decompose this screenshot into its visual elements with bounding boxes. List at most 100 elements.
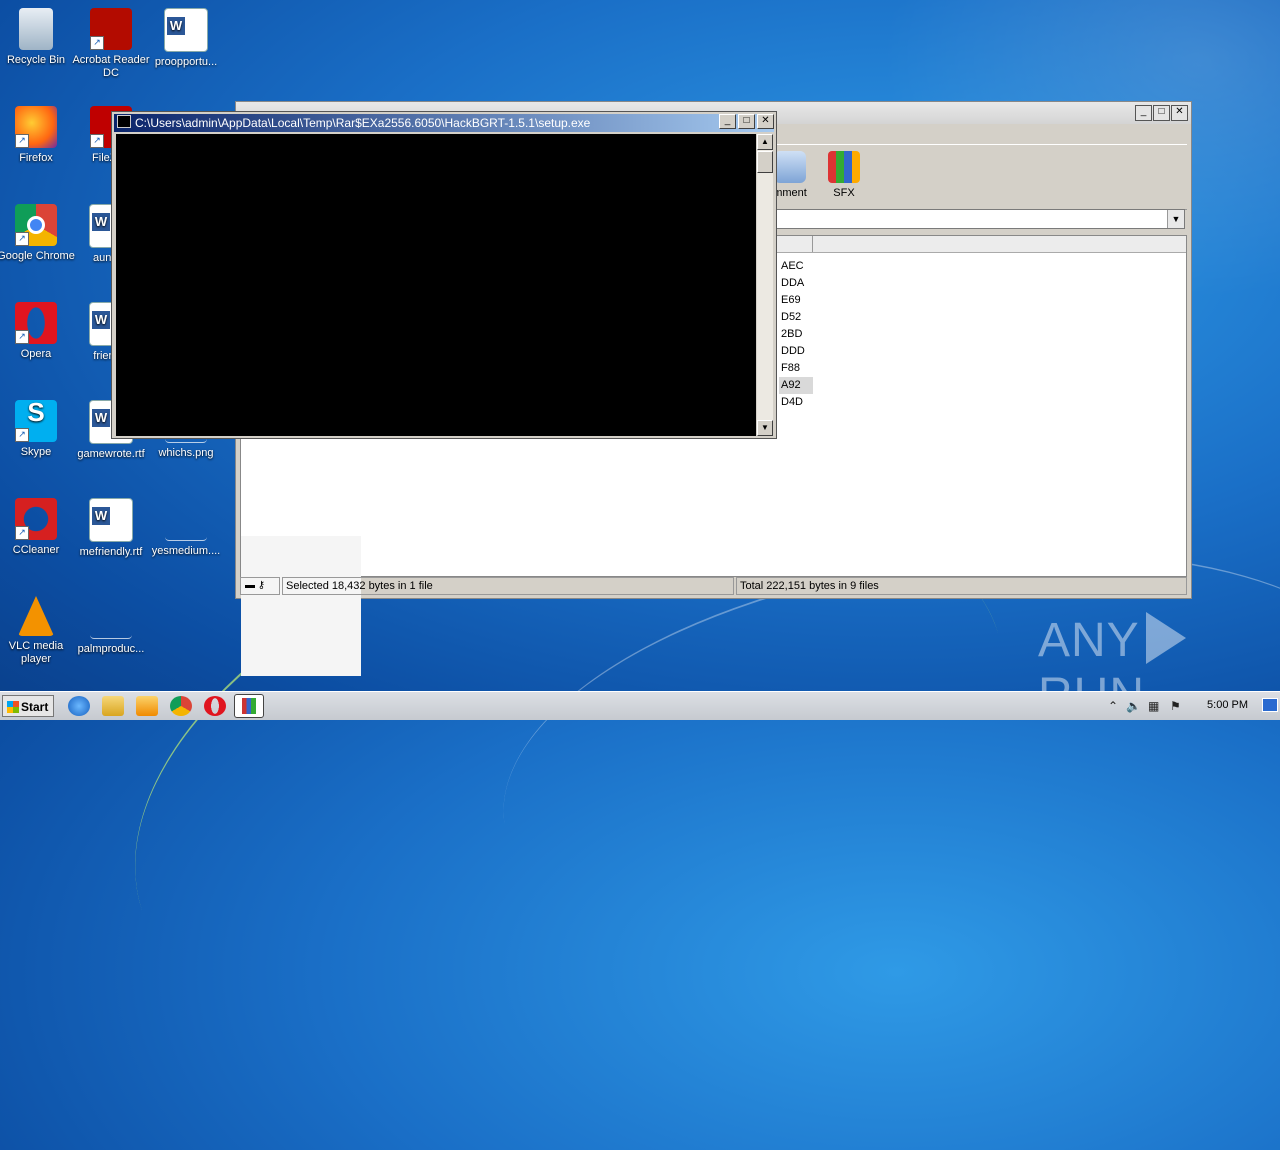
start-label: Start bbox=[21, 700, 49, 714]
desktop-icon-label: Google Chrome bbox=[0, 250, 75, 262]
desktop-icon-acrobat[interactable]: ↗ Acrobat Reader DC bbox=[72, 8, 150, 80]
start-button[interactable]: Start bbox=[2, 695, 54, 717]
desktop-icon-ccleaner[interactable]: ↗ CCleaner bbox=[0, 498, 75, 557]
show-hidden-icons-icon[interactable]: ⌃ bbox=[1108, 699, 1118, 713]
shortcut-arrow-icon: ↗ bbox=[15, 134, 29, 148]
shortcut-arrow-icon: ↗ bbox=[15, 428, 29, 442]
taskbar-opera-icon[interactable] bbox=[204, 696, 226, 716]
status-bar: ▬ ⚷ Selected 18,432 bytes in 1 file Tota… bbox=[240, 577, 1187, 595]
status-total: Total 222,151 bytes in 9 files bbox=[736, 577, 1187, 595]
list-item[interactable]: 2BD bbox=[779, 326, 813, 343]
maximize-button[interactable]: □ bbox=[738, 114, 755, 129]
system-tray: ⌃ 🔈 ▦ ⚑ 5:00 PM bbox=[1102, 692, 1280, 720]
folder-tree-pane bbox=[241, 536, 361, 676]
desktop-icon-label: Recycle Bin bbox=[6, 54, 66, 66]
watermark-left: ANY bbox=[1038, 614, 1140, 667]
shortcut-arrow-icon: ↗ bbox=[90, 36, 104, 50]
firefox-icon: ↗ bbox=[15, 106, 57, 148]
drive-key-icon[interactable]: ▬ ⚷ bbox=[240, 577, 280, 595]
word-document-icon bbox=[164, 8, 208, 52]
desktop-icon-proopportu[interactable]: proopportu... bbox=[147, 8, 225, 69]
taskbar-chrome-icon[interactable] bbox=[170, 696, 192, 716]
console-output[interactable] bbox=[116, 134, 756, 436]
console-window-controls: _ □ ✕ bbox=[719, 114, 774, 129]
desktop-icon-label: yesmedium.... bbox=[151, 545, 221, 557]
taskbar-file-explorer-icon[interactable] bbox=[102, 696, 124, 716]
opera-icon: ↗ bbox=[15, 302, 57, 344]
comment-icon bbox=[774, 151, 806, 183]
taskbar-internet-explorer-icon[interactable] bbox=[68, 696, 90, 716]
desktop-icon-skype[interactable]: ↗ Skype bbox=[0, 400, 75, 459]
desktop-icon-label: Skype bbox=[20, 446, 52, 458]
status-selected: Selected 18,432 bytes in 1 file bbox=[282, 577, 734, 595]
dropdown-arrow-icon[interactable]: ▼ bbox=[1167, 210, 1184, 228]
file-icon bbox=[90, 596, 132, 639]
list-item[interactable]: D52 bbox=[779, 309, 813, 326]
minimize-button[interactable]: _ bbox=[719, 114, 736, 129]
clock[interactable]: 5:00 PM bbox=[1207, 699, 1248, 711]
taskbar-media-player-icon[interactable] bbox=[136, 696, 158, 716]
maximize-button[interactable]: □ bbox=[1153, 105, 1170, 121]
sfx-button[interactable]: SFX bbox=[814, 151, 874, 199]
file-icon bbox=[165, 498, 207, 541]
desktop-icon-label: Firefox bbox=[19, 152, 53, 164]
console-titlebar[interactable]: C:\Users\admin\AppData\Local\Temp\Rar$EX… bbox=[114, 114, 774, 132]
desktop-icon-yesmedium[interactable]: yesmedium.... bbox=[147, 498, 225, 558]
winrar-window-controls: _ □ ✕ bbox=[1135, 105, 1188, 121]
acrobat-icon: ↗ bbox=[90, 8, 132, 50]
sfx-icon bbox=[828, 151, 860, 183]
list-item[interactable]: D4D bbox=[779, 394, 813, 411]
desktop-icon-palmproduc[interactable]: palmproduc... bbox=[72, 596, 150, 656]
chrome-icon: ↗ bbox=[15, 204, 57, 246]
word-document-icon bbox=[89, 498, 133, 542]
desktop-icon-vlc[interactable]: VLC media player bbox=[0, 596, 75, 666]
volume-icon[interactable]: 🔈 bbox=[1126, 699, 1141, 713]
console-title: C:\Users\admin\AppData\Local\Temp\Rar$EX… bbox=[135, 116, 591, 130]
scroll-up-icon[interactable]: ▲ bbox=[757, 134, 773, 150]
scroll-thumb[interactable] bbox=[757, 151, 773, 173]
shortcut-arrow-icon: ↗ bbox=[15, 232, 29, 246]
shortcut-arrow-icon: ↗ bbox=[15, 330, 29, 344]
desktop-icon-label: mefriendly.rtf bbox=[79, 546, 143, 558]
desktop-icon-label: VLC media player bbox=[8, 640, 64, 665]
desktop-icon-mefriendly[interactable]: mefriendly.rtf bbox=[72, 498, 150, 559]
desktop-icon-label: palmproduc... bbox=[77, 643, 145, 655]
desktop-icon-opera[interactable]: ↗ Opera bbox=[0, 302, 75, 361]
list-item[interactable]: AEC bbox=[779, 258, 813, 275]
desktop-icon-label: Acrobat Reader DC bbox=[72, 54, 150, 79]
desktop-icon-recycle-bin[interactable]: Recycle Bin bbox=[0, 8, 75, 67]
desktop-icon-label: Opera bbox=[20, 348, 52, 360]
windows-logo-icon bbox=[7, 701, 19, 713]
recycle-bin-icon bbox=[19, 8, 53, 50]
show-desktop-icon[interactable] bbox=[1262, 698, 1278, 712]
close-button[interactable]: ✕ bbox=[757, 114, 774, 129]
sfx-label: SFX bbox=[833, 187, 855, 199]
desktop-icon-label: proopportu... bbox=[154, 56, 218, 68]
desktop-icon-firefox[interactable]: ↗ Firefox bbox=[0, 106, 75, 165]
shortcut-arrow-icon: ↗ bbox=[15, 526, 29, 540]
list-item[interactable]: F88 bbox=[779, 360, 813, 377]
crc-column: AEC DDA E69 D52 2BD DDD F88 A92 D4D bbox=[779, 258, 813, 411]
column-separator[interactable] bbox=[812, 236, 813, 252]
scroll-down-icon[interactable]: ▼ bbox=[757, 420, 773, 436]
skype-icon: ↗ bbox=[15, 400, 57, 442]
desktop-icon-label: CCleaner bbox=[12, 544, 60, 556]
console-window[interactable]: C:\Users\admin\AppData\Local\Temp\Rar$EX… bbox=[111, 111, 777, 439]
list-item[interactable]: E69 bbox=[779, 292, 813, 309]
action-center-flag-icon[interactable]: ⚑ bbox=[1170, 699, 1181, 713]
play-icon bbox=[1145, 612, 1186, 664]
taskbar-winrar-icon[interactable] bbox=[234, 694, 264, 718]
vertical-scrollbar[interactable]: ▲ ▼ bbox=[757, 134, 773, 436]
ccleaner-icon: ↗ bbox=[15, 498, 57, 540]
list-item[interactable]: DDA bbox=[779, 275, 813, 292]
list-item-selected[interactable]: A92 bbox=[779, 377, 813, 394]
console-icon[interactable] bbox=[117, 115, 131, 128]
close-button[interactable]: ✕ bbox=[1171, 105, 1188, 121]
desktop-icon-chrome[interactable]: ↗ Google Chrome bbox=[0, 204, 75, 263]
desktop-icon-label: gamewrote.rtf bbox=[77, 448, 145, 460]
minimize-button[interactable]: _ bbox=[1135, 105, 1152, 121]
taskbar: Start ⌃ 🔈 ▦ ⚑ 5:00 PM bbox=[0, 691, 1280, 720]
network-icon[interactable]: ▦ bbox=[1148, 699, 1159, 713]
shortcut-arrow-icon: ↗ bbox=[90, 134, 104, 148]
list-item[interactable]: DDD bbox=[779, 343, 813, 360]
